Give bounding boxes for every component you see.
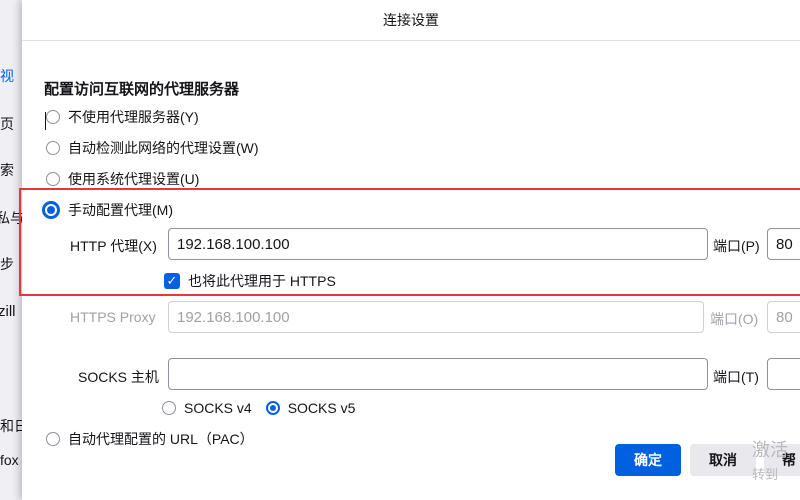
socks-version-group: SOCKS v4 SOCKS v5 — [162, 398, 369, 418]
radio-circle-icon[interactable] — [46, 172, 60, 186]
radio-label: 不使用代理服务器(Y) — [68, 109, 199, 125]
background-text-fragment: fox — [0, 452, 19, 468]
http-proxy-input[interactable] — [168, 228, 708, 260]
checkmark-icon[interactable]: ✓ — [164, 273, 180, 289]
use-for-https-checkbox-row[interactable]: ✓ 也将此代理用于 HTTPS — [164, 271, 336, 291]
radio-label: 使用系统代理设置(U) — [68, 171, 200, 187]
http-port-input[interactable] — [767, 228, 800, 260]
radio-label: SOCKS v5 — [287, 400, 356, 416]
radio-no-proxy[interactable]: 不使用代理服务器(Y) — [46, 107, 199, 127]
background-text-fragment: 索 — [0, 162, 14, 178]
background-text-fragment: 步 — [0, 256, 14, 272]
watermark-line: 激活 — [752, 440, 788, 460]
radio-selected-icon[interactable] — [42, 201, 60, 219]
watermark-line: 转到 — [752, 467, 779, 482]
activation-watermark: 激活 转到 — [752, 436, 788, 483]
radio-circle-icon[interactable] — [46, 432, 60, 446]
radio-label: SOCKS v4 — [184, 400, 252, 416]
section-title: 配置访问互联网的代理服务器 — [44, 81, 240, 98]
socks-port-label: 端口(T) — [713, 369, 759, 385]
socks-host-label: SOCKS 主机 — [78, 369, 159, 385]
radio-pac-url[interactable]: 自动代理配置的 URL（PAC） — [46, 429, 254, 449]
http-port-label: 端口(P) — [713, 238, 760, 254]
background-text-fragment: 页 — [0, 116, 14, 132]
radio-selected-icon[interactable] — [265, 401, 280, 415]
cancel-button[interactable]: 取消 — [690, 444, 756, 476]
radio-manual-proxy[interactable]: 手动配置代理(M) — [42, 200, 173, 220]
radio-circle-icon[interactable] — [162, 401, 176, 415]
radio-socks-v5[interactable]: SOCKS v5 — [265, 400, 356, 416]
dialog-title: 连接设置 — [22, 0, 800, 41]
ok-button[interactable]: 确定 — [615, 444, 681, 476]
https-port-input[interactable] — [767, 301, 800, 333]
socks-host-input[interactable] — [168, 358, 708, 390]
https-proxy-label: HTTPS Proxy — [70, 309, 156, 325]
background-text-fragment: 视 — [0, 68, 14, 84]
https-proxy-input[interactable] — [168, 301, 704, 333]
radio-label: 自动检测此网络的代理设置(W) — [68, 140, 259, 156]
radio-label: 手动配置代理(M) — [68, 202, 173, 218]
radio-circle-icon[interactable] — [46, 141, 60, 155]
radio-label: 自动代理配置的 URL（PAC） — [68, 431, 254, 447]
https-port-label: 端口(O) — [710, 311, 759, 327]
radio-socks-v4[interactable]: SOCKS v4 — [162, 400, 252, 416]
socks-port-input[interactable] — [767, 358, 800, 390]
radio-system-proxy[interactable]: 使用系统代理设置(U) — [46, 169, 199, 189]
radio-auto-detect[interactable]: 自动检测此网络的代理设置(W) — [46, 138, 259, 158]
background-text-fragment: zill — [0, 303, 16, 320]
radio-circle-icon[interactable] — [46, 110, 60, 124]
checkbox-label: 也将此代理用于 HTTPS — [188, 273, 336, 289]
http-proxy-label: HTTP 代理(X) — [70, 238, 157, 254]
connection-settings-dialog: 连接设置 配置访问互联网的代理服务器 不使用代理服务器(Y) 自动检测此网络的代… — [19, 0, 800, 500]
